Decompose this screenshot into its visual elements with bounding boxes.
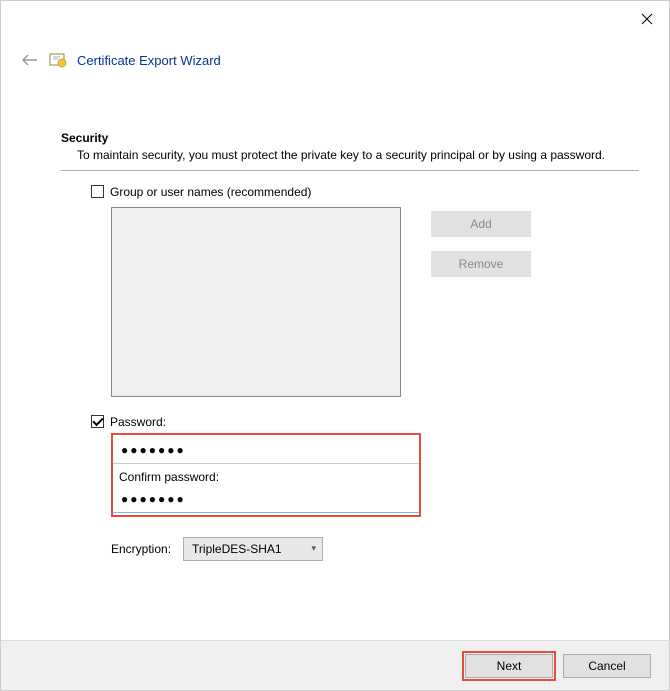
password-highlight: Confirm password: xyxy=(111,433,421,517)
confirm-password-input[interactable] xyxy=(113,486,419,513)
encryption-dropdown[interactable]: TripleDES-SHA1 ▾ xyxy=(183,537,323,561)
add-button: Add xyxy=(431,211,531,237)
wizard-title: Certificate Export Wizard xyxy=(77,53,221,68)
close-icon xyxy=(641,13,653,25)
remove-button: Remove xyxy=(431,251,531,277)
divider xyxy=(61,170,639,171)
footer: Next Cancel xyxy=(1,640,669,690)
password-input[interactable] xyxy=(113,437,419,464)
principals-listbox xyxy=(111,207,401,397)
close-button[interactable] xyxy=(637,9,657,29)
section-title: Security xyxy=(61,131,639,145)
back-button[interactable] xyxy=(21,51,39,69)
cancel-button[interactable]: Cancel xyxy=(563,654,651,678)
next-button[interactable]: Next xyxy=(465,654,553,678)
chevron-down-icon: ▾ xyxy=(312,543,317,554)
group-names-checkbox[interactable] xyxy=(91,185,104,198)
certificate-icon xyxy=(49,51,67,69)
confirm-password-label: Confirm password: xyxy=(113,466,419,484)
encryption-label: Encryption: xyxy=(111,542,171,556)
group-names-label: Group or user names (recommended) xyxy=(110,185,311,199)
wizard-header: Certificate Export Wizard xyxy=(21,51,221,69)
password-checkbox[interactable] xyxy=(91,415,104,428)
section-description: To maintain security, you must protect t… xyxy=(77,147,639,164)
password-label: Password: xyxy=(110,415,166,429)
back-arrow-icon xyxy=(22,54,38,66)
encryption-value: TripleDES-SHA1 xyxy=(192,542,282,556)
